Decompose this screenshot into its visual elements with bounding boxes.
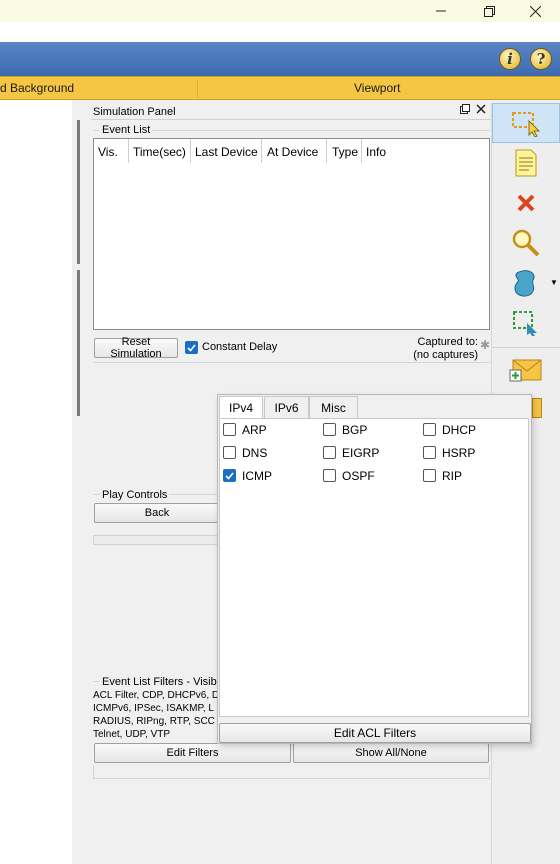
event-filters-label: Event List Filters - Visible [100,676,228,688]
note-tool[interactable] [492,143,560,183]
delete-icon [517,194,535,212]
tab-ipv6[interactable]: IPv6 [264,396,309,418]
menu-strip [0,22,560,42]
restore-icon [483,5,495,17]
show-all-none-button[interactable]: Show All/None [293,743,489,763]
column-header-last-device[interactable]: Last Device [195,145,258,159]
tab-background[interactable]: d Background [0,81,74,95]
column-divider [128,139,129,163]
info-glyph: i [507,50,513,68]
dhcp-label: DHCP [442,423,477,437]
restore-button[interactable] [466,0,512,22]
tab-viewport[interactable]: Viewport [354,81,400,95]
filter-line: RADIUS, RIPng, RTP, SCC [93,716,215,727]
filter-line: ICMPv6, IPSec, ISAKMP, L [93,703,214,714]
resize-icon [513,311,537,336]
play-speed-slider[interactable] [93,535,218,545]
eigrp-label: EIGRP [342,446,380,460]
tab-divider [197,80,198,98]
undock-icon[interactable] [459,104,471,117]
select-icon [512,112,541,137]
tab-ipv4[interactable]: IPv4 [219,396,263,419]
filter-line: Telnet, UDP, VTP [93,729,171,740]
simulation-panel-title: Simulation Panel [93,106,176,118]
edit-acl-filters-button[interactable]: Edit ACL Filters [219,723,531,743]
column-header-vis[interactable]: Vis. [98,145,118,159]
minimize-icon [436,6,446,16]
resize-tool[interactable] [492,303,560,343]
filters-group-bottom [93,765,490,779]
dns-label: DNS [242,446,268,460]
bgp-checkbox[interactable] [323,423,336,436]
dns-checkbox[interactable] [223,446,236,459]
capture-star-icon[interactable]: ✱ [480,338,490,352]
inspect-icon [512,229,540,257]
column-divider [261,139,262,163]
select-tool[interactable] [492,103,560,143]
help-icon[interactable]: ? [530,48,552,70]
back-button[interactable]: Back [94,503,220,523]
hsrp-label: HSRP [442,446,476,460]
constant-delay-label: Constant Delay [202,341,278,353]
edit-filters-button[interactable]: Edit Filters [94,743,291,763]
panel-divider [93,362,490,363]
icmp-label: ICMP [242,469,272,483]
column-header-time[interactable]: Time(sec) [133,145,186,159]
column-header-info[interactable]: Info [366,145,386,159]
note-icon [515,149,537,177]
column-header-at-device[interactable]: At Device [267,145,318,159]
constant-delay-checkbox[interactable] [185,341,198,354]
checkmark-icon [225,471,234,480]
add-pdu-tool[interactable] [492,350,560,390]
draw-shape-icon [514,270,535,297]
main-toolbar [0,42,560,76]
help-glyph: ? [536,50,546,68]
filter-line: ACL Filter, CDP, DHCPv6, D [93,690,219,701]
inspect-tool[interactable] [492,223,560,263]
column-divider [190,139,191,163]
chevron-down-icon[interactable]: ▼ [550,278,558,287]
arp-checkbox[interactable] [223,423,236,436]
scrollbar-thumb-lower[interactable] [77,270,80,416]
close-window-button[interactable] [512,0,558,22]
column-divider [361,139,362,163]
info-icon[interactable]: i [499,48,521,70]
reset-simulation-button[interactable]: Reset Simulation [94,336,178,360]
delete-tool[interactable] [492,183,560,223]
icmp-checkbox[interactable] [223,469,236,482]
checkmark-icon [187,343,196,352]
protocol-list [219,418,529,717]
rip-checkbox[interactable] [423,469,436,482]
minimize-button[interactable] [418,0,464,22]
workspace-tab-strip: d Background Viewport [0,76,560,100]
column-header-type[interactable]: Type [332,145,358,159]
dhcp-checkbox[interactable] [423,423,436,436]
bgp-label: BGP [342,423,368,437]
captured-to-label: Captured to: [417,336,478,348]
ospf-checkbox[interactable] [323,469,336,482]
captured-value: (no captures) [413,349,478,361]
hsrp-checkbox[interactable] [423,446,436,459]
tab-misc[interactable]: Misc [309,396,358,418]
ospf-label: OSPF [342,469,375,483]
play-controls-label: Play Controls [100,489,170,501]
scrollbar-thumb[interactable] [77,120,80,264]
panel-close-icon[interactable] [475,104,487,117]
vertical-scrollbar[interactable] [72,100,88,864]
tools-divider [492,347,560,348]
logical-workspace[interactable] [0,100,72,864]
add-complex-pdu-icon[interactable] [532,398,542,418]
add-pdu-icon [509,359,542,382]
close-icon [529,5,541,17]
captured-status: Captured to: (no captures) [400,336,478,362]
event-list-label: Event List [100,124,153,136]
event-list-table[interactable] [93,138,490,330]
column-divider [326,139,327,163]
event-list-group-border [93,130,490,131]
rip-label: RIP [442,469,463,483]
arp-label: ARP [242,423,267,437]
eigrp-checkbox[interactable] [323,446,336,459]
